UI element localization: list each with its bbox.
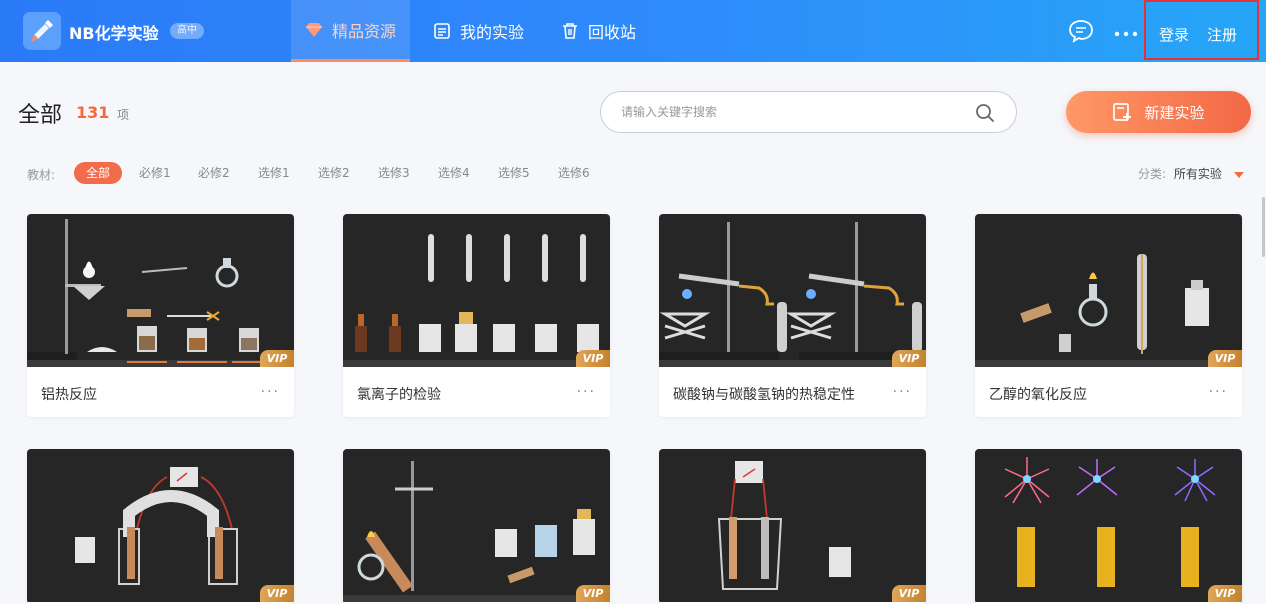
filter-chip-elective-6[interactable]: 选修6: [558, 162, 590, 184]
nav-tab-my-experiments[interactable]: 我的实验: [433, 0, 524, 62]
experiment-card[interactable]: VIP: [27, 449, 294, 604]
experiment-title: 乙醇的氧化反应: [989, 387, 1087, 403]
experiment-thumbnail: VIP: [659, 214, 926, 367]
nav-tab-recycle-bin[interactable]: 回收站: [561, 0, 636, 62]
add-document-icon: [1112, 102, 1132, 122]
search-bar: [600, 91, 1017, 133]
trash-icon: [561, 22, 579, 40]
more-options-icon[interactable]: [1114, 24, 1140, 43]
category-label: 分类:: [1138, 167, 1167, 181]
filter-chip-all[interactable]: 全部: [74, 162, 123, 184]
more-options-icon[interactable]: ···: [1209, 384, 1228, 400]
experiment-card[interactable]: VIP 氯离子的检验 ···: [343, 214, 610, 417]
experiment-thumbnail: VIP: [343, 214, 610, 367]
experiment-thumbnail: VIP: [343, 449, 610, 602]
filter-chip-elective-4[interactable]: 选修4: [438, 162, 470, 184]
vip-badge: VIP: [892, 350, 926, 367]
app-logo[interactable]: [23, 12, 61, 50]
page-title: 全部: [18, 103, 63, 128]
experiment-title: 氯离子的检验: [357, 387, 441, 403]
app-title[interactable]: NB化学实验: [69, 20, 159, 44]
experiment-card[interactable]: VIP: [659, 449, 926, 604]
nav-tab-label: 回收站: [588, 23, 637, 42]
message-icon[interactable]: [1068, 19, 1094, 47]
more-options-icon[interactable]: ···: [261, 384, 280, 400]
experiment-thumbnail: VIP: [975, 214, 1242, 367]
experiment-thumbnail: VIP: [27, 449, 294, 602]
filter-chip-required-2[interactable]: 必修2: [198, 162, 230, 184]
top-header: NB化学实验 高中 精品资源 我的实验 回收站 登录 注册: [0, 0, 1266, 62]
auth-area: 登录 注册: [1144, 0, 1259, 60]
nav-tab-label: 精品资源: [332, 21, 397, 41]
more-options-icon[interactable]: ···: [893, 384, 912, 400]
result-count-unit: 项: [117, 108, 130, 122]
search-input[interactable]: [621, 102, 961, 122]
vip-badge: VIP: [1208, 585, 1242, 602]
level-badge[interactable]: 高中: [170, 23, 204, 39]
filter-chip-required-1[interactable]: 必修1: [139, 162, 171, 184]
experiment-card[interactable]: VIP 碳酸钠与碳酸氢钠的热稳定性 ···: [659, 214, 926, 417]
experiment-thumbnail: VIP: [659, 449, 926, 602]
vip-badge: VIP: [260, 350, 294, 367]
experiment-thumbnail: VIP: [975, 449, 1242, 602]
nav-tab-premium-resources[interactable]: 精品资源: [291, 0, 411, 62]
experiment-card[interactable]: VIP: [975, 449, 1242, 604]
new-experiment-label: 新建实验: [1144, 103, 1205, 122]
vip-badge: VIP: [260, 585, 294, 602]
vip-badge: VIP: [1208, 350, 1242, 367]
document-icon: [433, 22, 451, 40]
category-dropdown[interactable]: 分类: 所有实验: [1138, 165, 1244, 182]
diamond-icon: [305, 22, 323, 38]
filter-chip-elective-1[interactable]: 选修1: [258, 162, 290, 184]
more-options-icon[interactable]: ···: [577, 384, 596, 400]
vip-badge: VIP: [576, 585, 610, 602]
login-link[interactable]: 登录: [1159, 24, 1189, 45]
search-icon[interactable]: [975, 103, 995, 127]
experiment-title: 铝热反应: [41, 387, 97, 403]
filter-chip-elective-3[interactable]: 选修3: [378, 162, 410, 184]
caret-down-icon: [1233, 171, 1244, 178]
page-scrollbar[interactable]: [1262, 197, 1265, 257]
filter-chip-elective-5[interactable]: 选修5: [498, 162, 530, 184]
experiment-card[interactable]: VIP: [343, 449, 610, 604]
experiment-card[interactable]: VIP 乙醇的氧化反应 ···: [975, 214, 1242, 417]
new-experiment-button[interactable]: 新建实验: [1066, 91, 1251, 133]
result-count: 131: [76, 103, 110, 122]
nav-tab-label: 我的实验: [460, 23, 525, 42]
category-value: 所有实验: [1173, 167, 1222, 181]
register-link[interactable]: 注册: [1207, 24, 1237, 45]
experiment-title: 碳酸钠与碳酸氢钠的热稳定性: [673, 387, 855, 403]
textbook-filter-label: 教材:: [27, 168, 56, 182]
vip-badge: VIP: [892, 585, 926, 602]
vip-badge: VIP: [576, 350, 610, 367]
filter-chip-elective-2[interactable]: 选修2: [318, 162, 350, 184]
experiment-thumbnail: VIP: [27, 214, 294, 367]
experiment-card[interactable]: VIP 铝热反应 ···: [27, 214, 294, 417]
dropper-icon: [31, 20, 53, 42]
